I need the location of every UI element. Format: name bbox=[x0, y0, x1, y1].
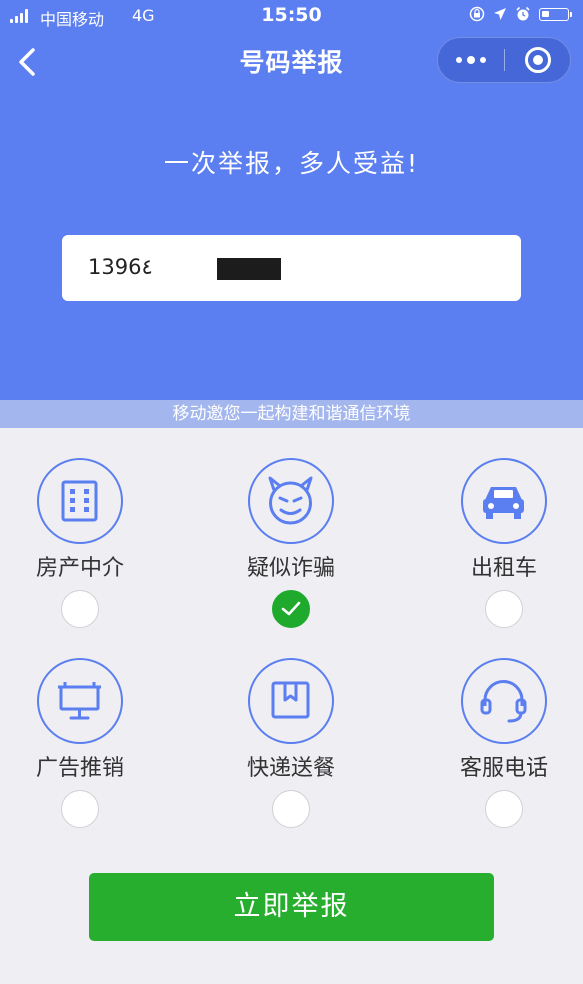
category-label: 快递送餐 bbox=[246, 756, 335, 781]
rotation-lock-icon bbox=[469, 6, 485, 22]
car-icon bbox=[461, 458, 547, 544]
status-icons bbox=[469, 6, 572, 22]
capsule-divider bbox=[504, 49, 505, 71]
phone-number-input[interactable]: 1396٤ bbox=[62, 235, 521, 301]
package-icon bbox=[248, 658, 334, 744]
category-radio[interactable] bbox=[272, 790, 310, 828]
category-label: 疑似诈骗 bbox=[246, 556, 335, 581]
category-label: 广告推销 bbox=[35, 756, 124, 781]
alarm-icon bbox=[516, 6, 530, 21]
redaction-mark bbox=[217, 258, 281, 280]
category-radio[interactable] bbox=[61, 790, 99, 828]
phone-number-value: 1396٤ bbox=[88, 255, 153, 279]
category-label: 房产中介 bbox=[35, 556, 124, 581]
category-radio-checked[interactable] bbox=[272, 590, 310, 628]
category-label: 客服电话 bbox=[459, 756, 548, 781]
location-arrow-icon bbox=[494, 8, 506, 20]
info-banner: 移动邀您一起构建和谐通信环境 bbox=[0, 400, 583, 428]
status-bar: 中国移动 4G 15:50 bbox=[0, 0, 583, 32]
more-options-button[interactable] bbox=[438, 38, 504, 82]
building-icon bbox=[37, 458, 123, 544]
category-radio[interactable] bbox=[485, 590, 523, 628]
close-miniprogram-button[interactable] bbox=[525, 47, 551, 73]
miniprogram-capsule bbox=[437, 37, 571, 83]
headset-icon bbox=[461, 658, 547, 744]
battery-icon bbox=[539, 7, 572, 21]
devil-face-icon bbox=[248, 458, 334, 544]
billboard-icon bbox=[37, 658, 123, 744]
submit-report-button[interactable]: 立即举报 bbox=[89, 873, 494, 941]
category-radio[interactable] bbox=[61, 590, 99, 628]
category-label: 出租车 bbox=[470, 556, 537, 581]
checkmark-icon bbox=[281, 601, 301, 616]
category-radio[interactable] bbox=[485, 790, 523, 828]
slogan-text: 一次举报，多人受益! bbox=[163, 149, 420, 178]
